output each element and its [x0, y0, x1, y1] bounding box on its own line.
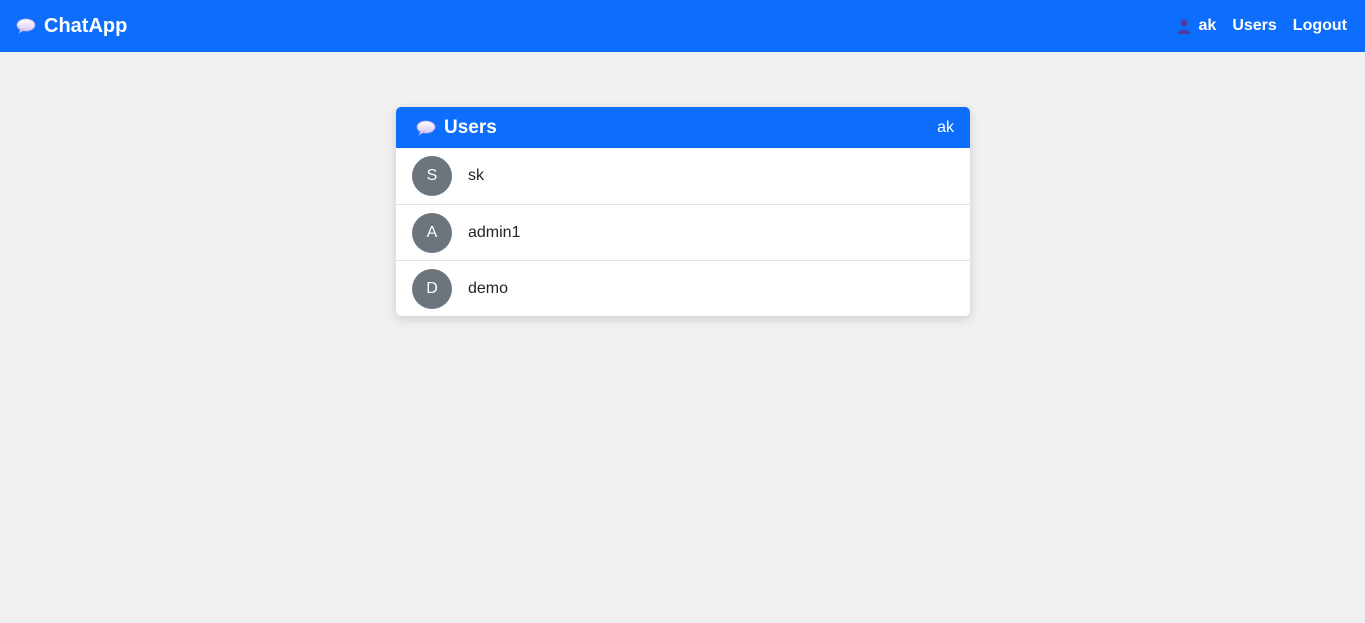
top-navbar: ChatApp ak Users Logout — [0, 0, 1365, 52]
speech-bubble-icon — [16, 18, 36, 34]
nav-link-users[interactable]: Users — [1232, 17, 1276, 35]
users-card-header: Users ak — [396, 107, 970, 148]
person-icon — [1177, 19, 1191, 34]
brand-label: ChatApp — [44, 14, 128, 37]
card-header-username: ak — [937, 118, 954, 136]
nav-link-logout[interactable]: Logout — [1293, 17, 1347, 35]
speech-bubble-icon — [416, 120, 436, 136]
navbar-right: ak Users Logout — [1176, 17, 1347, 35]
current-user-name: ak — [1198, 17, 1217, 34]
user-list-item-sk[interactable]: S sk — [396, 148, 970, 204]
users-card-title: Users — [416, 117, 497, 139]
user-list-item-admin1[interactable]: A admin1 — [396, 204, 970, 260]
user-list: S sk A admin1 D demo — [396, 148, 970, 316]
current-user: ak — [1176, 17, 1217, 35]
user-name: admin1 — [468, 223, 521, 241]
brand-link[interactable]: ChatApp — [16, 15, 127, 38]
users-card: Users ak S sk A admin1 D demo — [396, 107, 970, 316]
user-list-item-demo[interactable]: D demo — [396, 260, 970, 316]
avatar: A — [412, 212, 452, 253]
avatar: S — [412, 156, 452, 196]
user-name: sk — [468, 167, 484, 184]
user-name: demo — [468, 279, 509, 297]
users-card-title-label: Users — [444, 116, 497, 138]
avatar: D — [412, 268, 452, 309]
